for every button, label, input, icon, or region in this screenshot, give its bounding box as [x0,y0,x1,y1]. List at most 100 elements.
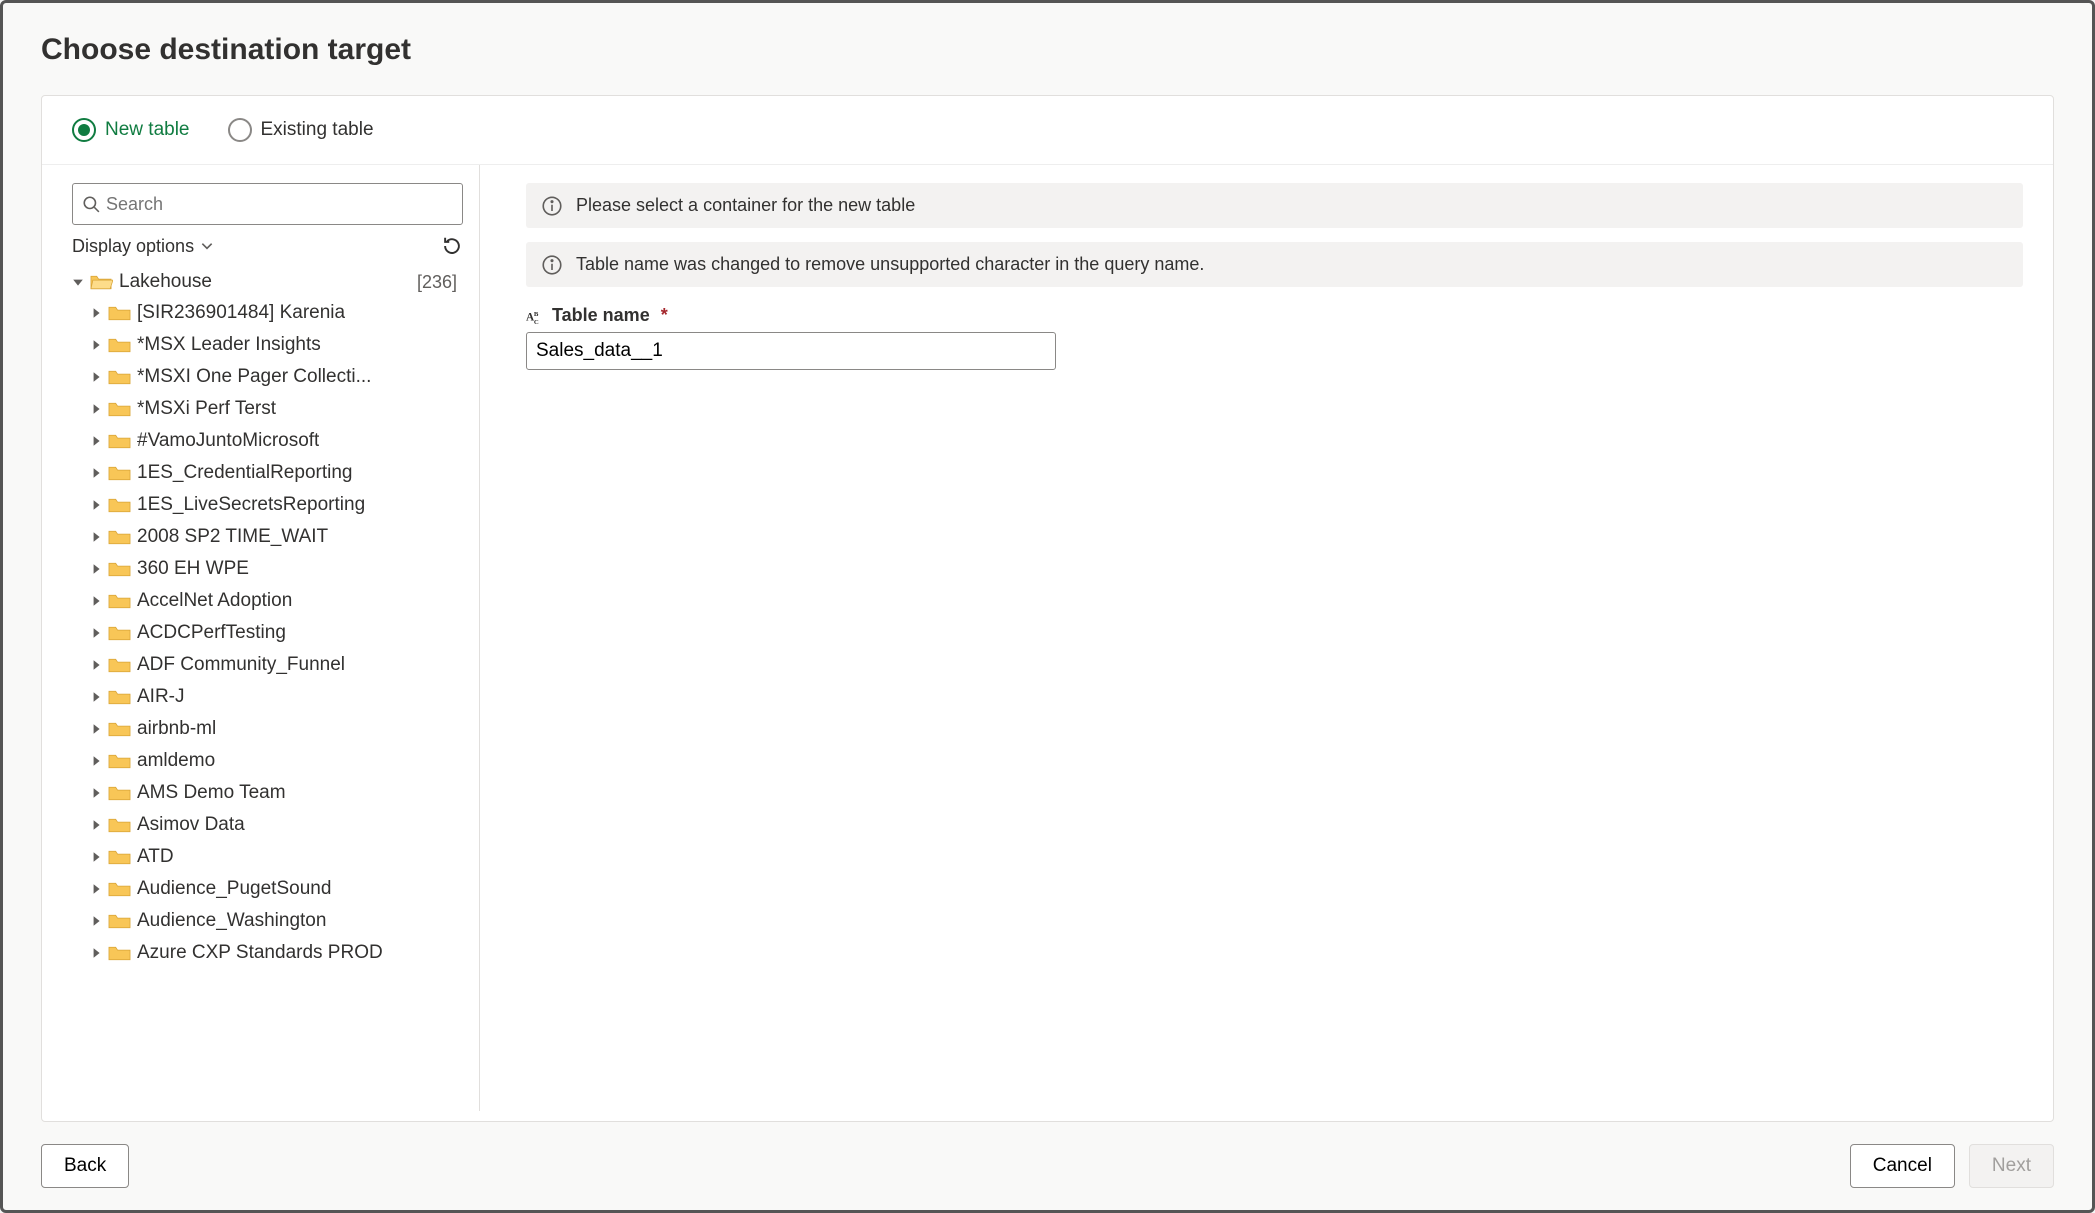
caret-right-icon [90,915,102,927]
tree-item[interactable]: AccelNet Adoption [90,585,463,617]
radio-unselected-icon [228,118,252,142]
tree-item[interactable]: 1ES_CredentialReporting [90,457,463,489]
folder-icon [108,784,131,802]
tree-item-label: ADF Community_Funnel [137,654,345,676]
tree-item-label: 1ES_LiveSecretsReporting [137,494,365,516]
caret-right-icon [90,755,102,767]
search-box[interactable] [72,183,463,225]
tree-item-label: amldemo [137,750,215,772]
search-input[interactable] [106,194,453,215]
caret-right-icon [90,595,102,607]
tree-item[interactable]: [SIR236901484] Karenia [90,297,463,329]
table-name-label-row: A B C Table name * [526,305,2023,326]
caret-right-icon [90,435,102,447]
tree-item[interactable]: ACDCPerfTesting [90,617,463,649]
caret-right-icon [90,659,102,671]
tree-item-label: AIR-J [137,686,185,708]
destination-target-modal: Choose destination target New table Exis… [0,0,2095,1213]
caret-right-icon [90,851,102,863]
tree-item-label: 360 EH WPE [137,558,249,580]
folder-icon [108,816,131,834]
footer-buttons: Back Cancel Next [41,1144,2054,1188]
caret-right-icon [90,883,102,895]
folder-open-icon [90,273,113,291]
info-banner-select-container: Please select a container for the new ta… [526,183,2023,228]
required-asterisk: * [661,305,668,326]
tree-item-label: *MSXi Perf Terst [137,398,276,420]
folder-icon [108,880,131,898]
tree-item-label: ATD [137,846,174,868]
folder-icon [108,560,131,578]
folder-icon [108,368,131,386]
folder-icon [108,688,131,706]
tree-item[interactable]: *MSXi Perf Terst [90,393,463,425]
table-mode-radio-group: New table Existing table [42,96,2053,165]
tree-item-label: Audience_Washington [137,910,326,932]
tree-panel: Display options Lakehouse [72,165,480,1111]
tree-root-count: [236] [417,272,457,293]
radio-existing-table[interactable]: Existing table [228,118,374,142]
info-icon [542,196,562,216]
display-options-row: Display options [72,235,463,257]
info-banner-text: Table name was changed to remove unsuppo… [576,254,1204,275]
folder-icon [108,528,131,546]
display-options-dropdown[interactable]: Display options [72,236,214,257]
tree-item[interactable]: Audience_Washington [90,905,463,937]
caret-right-icon [90,403,102,415]
caret-right-icon [90,339,102,351]
caret-right-icon [90,563,102,575]
tree-item[interactable]: airbnb-ml [90,713,463,745]
tree-item[interactable]: Audience_PugetSound [90,873,463,905]
folder-icon [108,496,131,514]
info-banner-name-changed: Table name was changed to remove unsuppo… [526,242,2023,287]
cancel-button[interactable]: Cancel [1850,1144,1955,1188]
caret-right-icon [90,947,102,959]
tree-item[interactable]: Asimov Data [90,809,463,841]
svg-text:C: C [534,318,539,324]
tree-item[interactable]: ADF Community_Funnel [90,649,463,681]
tree-item-label: ACDCPerfTesting [137,622,286,644]
tree-item-label: [SIR236901484] Karenia [137,302,345,324]
caret-right-icon [90,627,102,639]
tree-item[interactable]: ATD [90,841,463,873]
caret-right-icon [90,467,102,479]
tree-item[interactable]: AIR-J [90,681,463,713]
text-type-icon: A B C [526,307,544,325]
folder-icon [108,752,131,770]
radio-existing-table-label: Existing table [261,119,374,141]
refresh-icon[interactable] [441,235,463,257]
tree-item[interactable]: 360 EH WPE [90,553,463,585]
tree-item-label: AMS Demo Team [137,782,286,804]
info-banner-text: Please select a container for the new ta… [576,195,915,216]
chevron-down-icon [200,239,214,253]
tree-item[interactable]: 1ES_LiveSecretsReporting [90,489,463,521]
svg-text:B: B [534,311,539,318]
folder-icon [108,304,131,322]
caret-right-icon [90,307,102,319]
tree-item[interactable]: Azure CXP Standards PROD [90,937,463,969]
table-name-field: A B C Table name * [526,305,2023,370]
back-button[interactable]: Back [41,1144,129,1188]
tree-item-label: airbnb-ml [137,718,216,740]
tree-root-item[interactable]: Lakehouse [236] [72,267,463,297]
tree-item[interactable]: #VamoJuntoMicrosoft [90,425,463,457]
tree-item[interactable]: *MSXI One Pager Collecti... [90,361,463,393]
table-name-input[interactable] [526,332,1056,370]
tree-item[interactable]: *MSX Leader Insights [90,329,463,361]
next-button: Next [1969,1144,2054,1188]
tree-item[interactable]: AMS Demo Team [90,777,463,809]
caret-right-icon [90,787,102,799]
tree-item[interactable]: amldemo [90,745,463,777]
folder-icon [108,464,131,482]
tree-item-label: AccelNet Adoption [137,590,292,612]
tree-item-label: *MSXI One Pager Collecti... [137,366,371,388]
radio-new-table[interactable]: New table [72,118,190,142]
page-title: Choose destination target [41,33,2054,67]
tree-item-label: #VamoJuntoMicrosoft [137,430,319,452]
tree-item[interactable]: 2008 SP2 TIME_WAIT [90,521,463,553]
folder-icon [108,944,131,962]
content-card: New table Existing table Display options [41,95,2054,1122]
folder-icon [108,400,131,418]
folder-icon [108,432,131,450]
tree-item-label: 2008 SP2 TIME_WAIT [137,526,328,548]
